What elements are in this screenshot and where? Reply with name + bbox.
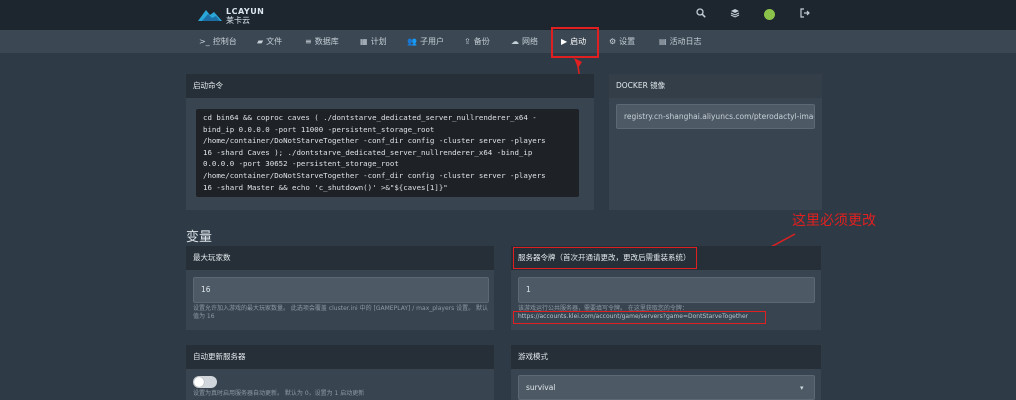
server-token-input[interactable]: 1 bbox=[518, 277, 815, 303]
nav-tab-network[interactable]: ☁ 网络 bbox=[511, 30, 538, 53]
max-players-help: 设置允许加入游戏的最大玩家数量。 此选项会覆盖 cluster.ini 中的 [… bbox=[193, 305, 489, 320]
auto-update-title: 自动更新服务器 bbox=[186, 345, 494, 369]
cloud-logo-icon bbox=[198, 10, 222, 21]
search-icon[interactable] bbox=[693, 7, 709, 23]
nav-tab-schedules[interactable]: ▦ 计划 bbox=[360, 30, 387, 53]
nav-tab-settings[interactable]: ⚙ 设置 bbox=[609, 30, 635, 53]
auto-update-help: 设置为真时启用服务器自动更新。 默认为 0，设置为 1 启动更新 bbox=[193, 390, 365, 397]
user-avatar[interactable] bbox=[764, 9, 775, 20]
annotation-highlight-token-title bbox=[513, 247, 697, 269]
folder-icon: ▰ bbox=[257, 37, 264, 46]
nav-tab-console[interactable]: >_ 控制台 bbox=[199, 30, 237, 53]
brand-logo[interactable]: LCAYUN 莱卡云 bbox=[196, 6, 266, 26]
terminal-icon: >_ bbox=[199, 37, 210, 46]
cogs-icon: ⚙ bbox=[609, 37, 617, 46]
max-players-title: 最大玩家数 bbox=[186, 246, 494, 270]
annotation-highlight-startup bbox=[551, 27, 599, 58]
variables-section-title: 变量 bbox=[186, 230, 213, 245]
docker-image-field[interactable]: registry.cn-shanghai.aliyuncs.com/pterod… bbox=[616, 104, 815, 129]
game-mode-select[interactable]: survival bbox=[518, 375, 815, 400]
users-icon: 👥 bbox=[407, 37, 417, 46]
startup-command-box: cd bin64 && coproc caves ( ./dontstarve_… bbox=[196, 109, 579, 197]
calendar-icon: ▦ bbox=[360, 37, 368, 46]
upload-icon: ⇪ bbox=[464, 37, 471, 46]
server-nav-bar: >_ 控制台 ▰ 文件 ≡ 数据库 ▦ 计划 👥 子用户 ⇪ 备份 ☁ 网络 ▶ 启动 ⚙ 设置 … bbox=[0, 30, 1016, 53]
docker-image-title: DOCKER 镜像 bbox=[609, 74, 822, 98]
annotation-text: 这里必须更改 bbox=[792, 213, 876, 229]
nav-tab-subusers[interactable]: 👥 子用户 bbox=[407, 30, 444, 53]
nav-tab-files[interactable]: ▰ 文件 bbox=[257, 30, 282, 53]
network-icon: ☁ bbox=[511, 37, 519, 46]
log-icon: ▤ bbox=[659, 37, 667, 46]
layers-icon[interactable] bbox=[727, 7, 743, 23]
chevron-down-icon: ▾ bbox=[800, 384, 804, 392]
nav-tab-backups[interactable]: ⇪ 备份 bbox=[464, 30, 490, 53]
auto-update-toggle[interactable] bbox=[193, 376, 217, 388]
game-mode-title: 游戏模式 bbox=[511, 345, 821, 369]
logout-icon[interactable] bbox=[797, 7, 813, 23]
top-bar: LCAYUN 莱卡云 bbox=[0, 0, 1016, 30]
max-players-input[interactable]: 16 bbox=[193, 277, 489, 303]
toggle-knob bbox=[194, 377, 204, 387]
nav-tab-databases[interactable]: ≡ 数据库 bbox=[305, 30, 339, 53]
database-icon: ≡ bbox=[305, 37, 312, 46]
startup-command-title: 启动命令 bbox=[186, 74, 594, 98]
annotation-highlight-token-link bbox=[513, 311, 766, 324]
logo-cn-text: 莱卡云 bbox=[226, 16, 250, 25]
nav-tab-activity-log[interactable]: ▤ 活动日志 bbox=[659, 30, 702, 53]
docker-image-panel: DOCKER 镜像 bbox=[609, 74, 822, 210]
